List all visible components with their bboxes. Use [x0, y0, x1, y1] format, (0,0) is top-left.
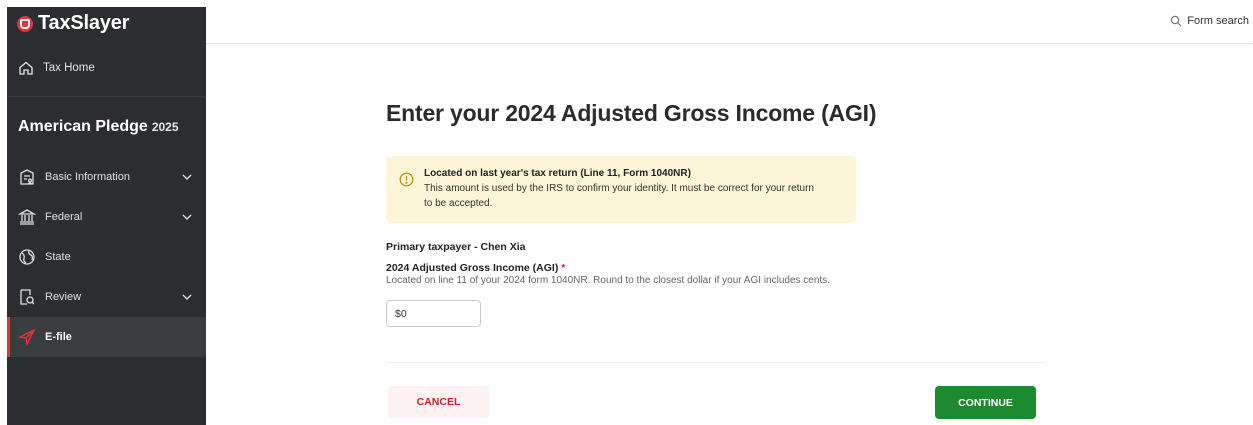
sidebar-item-label: State	[45, 251, 71, 263]
sidebar-item-basic-information[interactable]: Basic Information	[7, 157, 206, 197]
building-person-icon	[17, 167, 37, 187]
return-title: American Pledge 2025	[7, 97, 206, 157]
search-icon	[1171, 15, 1182, 27]
continue-button[interactable]: CONTINUE	[935, 386, 1036, 419]
page-title: Enter your 2024 Adjusted Gross Income (A…	[386, 100, 877, 126]
pledge-year: 2025	[151, 120, 179, 134]
form-search-label: Form search	[1187, 15, 1249, 27]
main-content: Enter your 2024 Adjusted Gross Income (A…	[206, 44, 1253, 425]
top-header: Form search	[206, 0, 1253, 44]
form-search-button[interactable]: Form search	[1170, 15, 1249, 27]
sidebar-item-federal[interactable]: Federal	[7, 197, 206, 237]
sidebar-item-tax-home[interactable]: Tax Home	[7, 40, 206, 97]
agi-input[interactable]	[386, 300, 481, 327]
divider	[386, 362, 1046, 363]
sidebar: TaxSlayer Tax Home American Pledge 2025 …	[7, 7, 206, 425]
taxslayer-logo-icon	[17, 15, 33, 32]
sidebar-item-e-file[interactable]: E-file	[7, 317, 206, 357]
brand-name: TaxSlayer	[38, 12, 130, 34]
chevron-down-icon	[182, 174, 192, 180]
document-search-icon	[17, 287, 37, 307]
agi-label-text: 2024 Adjusted Gross Income (AGI)	[386, 262, 559, 274]
home-icon	[19, 61, 33, 75]
paper-plane-icon	[17, 327, 37, 347]
sidebar-item-review[interactable]: Review	[7, 277, 206, 317]
chevron-down-icon	[182, 294, 192, 300]
alert-body: This amount is used by the IRS to confir…	[424, 183, 814, 209]
alert-heading: Located on last year's tax return (Line …	[424, 168, 691, 179]
info-alert: Located on last year's tax return (Line …	[386, 156, 856, 223]
pledge-name: American Pledge	[18, 118, 148, 135]
bank-icon	[17, 207, 37, 227]
taxpayer-heading: Primary taxpayer - Chen Xia	[386, 241, 526, 253]
cancel-button[interactable]: CANCEL	[388, 386, 489, 418]
globe-icon	[17, 247, 37, 267]
agi-field-label: 2024 Adjusted Gross Income (AGI) *	[386, 262, 565, 274]
chevron-down-icon	[182, 214, 192, 220]
brand-logo[interactable]: TaxSlayer	[7, 7, 206, 40]
agi-field-help: Located on line 11 of your 2024 form 104…	[386, 275, 830, 286]
sidebar-item-label: E-file	[45, 331, 72, 343]
sidebar-item-state[interactable]: State	[7, 237, 206, 277]
app: TaxSlayer Tax Home American Pledge 2025 …	[0, 0, 1253, 425]
sidebar-item-label: Federal	[45, 211, 83, 223]
sidebar-item-label: Basic Information	[45, 171, 130, 183]
sidebar-item-label: Review	[45, 291, 82, 303]
sidebar-item-label: Tax Home	[43, 62, 95, 74]
warning-circle-icon	[399, 172, 414, 187]
required-marker: *	[561, 262, 566, 274]
